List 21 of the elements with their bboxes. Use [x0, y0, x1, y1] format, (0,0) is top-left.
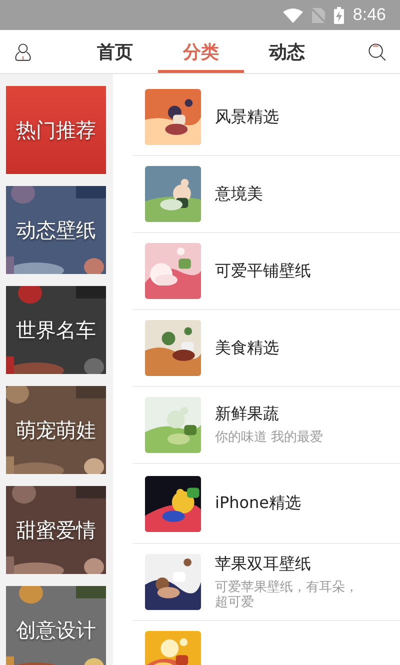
- album-title[interactable]: 风景精选: [215, 106, 279, 128]
- album-title[interactable]: 美食精选: [215, 338, 279, 358]
- nav-tab[interactable]: 首页: [72, 30, 158, 73]
- category-tile[interactable]: 创意设计: [6, 586, 106, 665]
- album-title[interactable]: 新鲜果蔬: [215, 404, 324, 426]
- no-sim-icon: [312, 8, 325, 22]
- category-tile[interactable]: 世界名车: [6, 286, 106, 374]
- nav-tab[interactable]: 动态: [244, 30, 330, 73]
- category-tile[interactable]: 热门推荐: [6, 86, 106, 174]
- category-tile[interactable]: 动态壁纸: [6, 186, 106, 274]
- album-title[interactable]: 苹果双耳壁纸: [215, 554, 366, 575]
- album-title[interactable]: 意境美: [215, 184, 263, 204]
- album-description: 你的味道 我的最爱: [215, 431, 324, 446]
- category-tile[interactable]: 甜蜜爱情: [6, 486, 106, 574]
- wifi-icon: [282, 8, 303, 22]
- album-title[interactable]: iPhone精选: [215, 493, 302, 514]
- battery-charging-icon: [334, 6, 344, 24]
- category-tile[interactable]: 萌宠萌娃: [6, 386, 106, 474]
- clock: 8:46: [352, 5, 386, 25]
- album-description: 可爱苹果壁纸，有耳朵，超可爱: [215, 580, 359, 610]
- album-title[interactable]: 可爱平铺壁纸: [215, 260, 311, 282]
